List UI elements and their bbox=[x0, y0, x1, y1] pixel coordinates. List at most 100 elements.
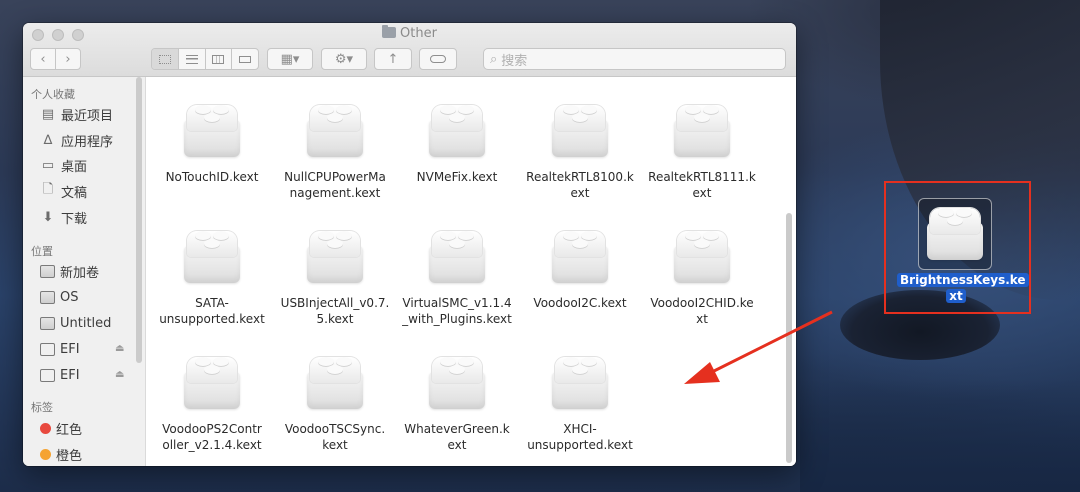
desktop-file-label[interactable]: BrightnessKeys.ke xt bbox=[897, 272, 1029, 304]
file-name-line: ext bbox=[570, 186, 590, 200]
kext-icon bbox=[549, 351, 611, 411]
file-name-line: NullCPUPowerMa bbox=[284, 170, 386, 184]
sidebar-header-favorites: 个人收藏 bbox=[31, 88, 75, 101]
gallery-view-icon bbox=[239, 55, 252, 63]
chevron-right-icon: › bbox=[65, 51, 71, 67]
forward-button[interactable]: › bbox=[55, 48, 81, 70]
recents-icon: ▤ bbox=[41, 106, 55, 122]
folder-icon bbox=[382, 25, 397, 38]
file-name-line: _with_Plugins.kext bbox=[402, 312, 512, 326]
share-button[interactable]: ↑ bbox=[374, 48, 412, 70]
gallery-view-button[interactable] bbox=[232, 49, 258, 69]
action-button[interactable]: ⚙▾ bbox=[321, 48, 367, 70]
title-bar: Other ‹ › ▦▾ ⚙▾ ↑ ⌕ 搜索 bbox=[23, 23, 796, 77]
external-disk-icon bbox=[40, 342, 55, 356]
file-item[interactable]: VirtualSMC_v1.1.4 _with_Plugins.kext bbox=[402, 225, 512, 327]
file-item[interactable]: RealtekRTL8100.k ext bbox=[525, 99, 635, 201]
icon-view-button[interactable] bbox=[152, 49, 179, 69]
sidebar-item-efi-1[interactable]: EFI bbox=[40, 339, 80, 359]
search-field[interactable]: ⌕ 搜索 bbox=[483, 48, 786, 70]
kext-icon bbox=[426, 225, 488, 285]
sidebar: 个人收藏 ▤ 最近项目 ∆ 应用程序 ▭ 桌面 🗋 文稿 ⬇ 下载 位置 新加卷 OS U… bbox=[23, 77, 146, 466]
file-item[interactable]: NoTouchID.kext bbox=[157, 99, 267, 185]
sidebar-item-recents[interactable]: ▤ 最近项目 bbox=[40, 104, 113, 124]
file-item[interactable]: XHCI-unsupported.kext bbox=[525, 351, 635, 453]
kext-icon bbox=[304, 351, 366, 411]
search-icon: ⌕ bbox=[490, 51, 498, 67]
sidebar-item-downloads[interactable]: ⬇ 下载 bbox=[40, 207, 87, 227]
sidebar-item-tag-orange[interactable]: 橙色 bbox=[40, 444, 82, 464]
disk-icon bbox=[40, 316, 55, 330]
file-item[interactable]: USBInjectAll_v0.7. 5.kext bbox=[280, 225, 390, 327]
file-grid: NoTouchID.kext NullCPUPowerMa nagement.kex… bbox=[147, 77, 796, 466]
kext-icon bbox=[304, 99, 366, 159]
file-name-line: kext bbox=[322, 438, 348, 452]
desktop-water bbox=[800, 380, 1080, 492]
kext-icon bbox=[426, 99, 488, 159]
file-item[interactable]: SATA-unsupported.kext bbox=[157, 225, 267, 327]
kext-icon bbox=[924, 202, 986, 262]
kext-icon bbox=[671, 99, 733, 159]
file-name-line: VoodooTSCSync. bbox=[284, 422, 386, 436]
desktop-file-icon[interactable] bbox=[918, 198, 992, 270]
file-name-line: VoodooPS2Contr bbox=[162, 422, 262, 436]
orange-tag-icon bbox=[40, 448, 51, 460]
file-name-line: SATA- bbox=[195, 296, 229, 310]
chevron-left-icon: ‹ bbox=[40, 51, 46, 67]
kext-icon bbox=[181, 225, 243, 285]
file-name-line: XHCI- bbox=[563, 422, 597, 436]
documents-icon: 🗋 bbox=[42, 182, 54, 197]
icon-view-icon bbox=[158, 54, 171, 64]
file-item[interactable]: VoodooI2C.kext bbox=[525, 225, 635, 311]
group-button[interactable]: ▦▾ bbox=[267, 48, 313, 70]
disk-icon bbox=[40, 290, 55, 304]
file-name-line: WhateverGreen.k bbox=[404, 422, 510, 436]
file-item[interactable]: WhateverGreen.k ext bbox=[402, 351, 512, 453]
file-item[interactable]: RealtekRTL8111.k ext bbox=[647, 99, 757, 201]
sidebar-item-untitled[interactable]: Untitled bbox=[40, 313, 111, 333]
column-view-button[interactable] bbox=[206, 49, 233, 69]
finder-window: Other ‹ › ▦▾ ⚙▾ ↑ ⌕ 搜索 个人收藏 ▤ 最近项目 ∆ 应用程序 … bbox=[23, 23, 796, 466]
file-name-line: 5.kext bbox=[316, 312, 354, 326]
file-item[interactable]: NVMeFix.kext bbox=[402, 99, 512, 185]
view-switcher bbox=[151, 48, 259, 70]
file-name-line: NVMeFix.kext bbox=[416, 170, 498, 184]
column-view-icon bbox=[212, 54, 225, 64]
file-name-line: unsupported.kext bbox=[527, 438, 633, 452]
file-name-line: nagement.kext bbox=[289, 186, 381, 200]
list-view-button[interactable] bbox=[179, 49, 206, 69]
eject-icon[interactable]: ⏏ bbox=[115, 369, 124, 380]
eject-icon[interactable]: ⏏ bbox=[115, 343, 124, 354]
kext-icon bbox=[549, 225, 611, 285]
sidebar-item-volume[interactable]: 新加卷 bbox=[40, 261, 99, 281]
red-tag-icon bbox=[40, 422, 51, 434]
sidebar-item-tag-red[interactable]: 红色 bbox=[40, 418, 82, 438]
kext-icon bbox=[426, 351, 488, 411]
downloads-icon: ⬇ bbox=[42, 209, 54, 225]
file-item[interactable]: NullCPUPowerMa nagement.kext bbox=[280, 99, 390, 201]
file-name-line: oller_v2.1.4.kext bbox=[162, 438, 262, 452]
tag-icon bbox=[430, 55, 446, 63]
tag-button[interactable] bbox=[419, 48, 457, 70]
sidebar-item-efi-2[interactable]: EFI bbox=[40, 365, 80, 385]
file-name-line: ext bbox=[692, 186, 712, 200]
drag-arrow-icon bbox=[684, 310, 833, 384]
share-icon: ↑ bbox=[387, 51, 399, 67]
file-name-line: RealtekRTL8100.k bbox=[526, 170, 634, 184]
sidebar-item-os[interactable]: OS bbox=[40, 287, 78, 307]
file-name-line: RealtekRTL8111.k bbox=[648, 170, 756, 184]
gear-icon: ⚙▾ bbox=[334, 51, 354, 67]
sidebar-item-documents[interactable]: 🗋 文稿 bbox=[40, 181, 87, 201]
kext-icon bbox=[181, 351, 243, 411]
file-item[interactable]: VoodooTSCSync. kext bbox=[280, 351, 390, 453]
sidebar-scrollbar[interactable] bbox=[136, 77, 142, 363]
sidebar-item-desktop[interactable]: ▭ 桌面 bbox=[40, 155, 87, 175]
sidebar-header-locations: 位置 bbox=[31, 245, 53, 258]
back-button[interactable]: ‹ bbox=[30, 48, 56, 70]
sidebar-item-applications[interactable]: ∆ 应用程序 bbox=[40, 130, 113, 150]
file-item[interactable]: VoodooPS2Contr oller_v2.1.4.kext bbox=[157, 351, 267, 453]
disk-icon bbox=[40, 264, 55, 278]
kext-icon bbox=[549, 99, 611, 159]
external-disk-icon bbox=[40, 368, 55, 382]
file-name-line: NoTouchID.kext bbox=[165, 170, 259, 184]
